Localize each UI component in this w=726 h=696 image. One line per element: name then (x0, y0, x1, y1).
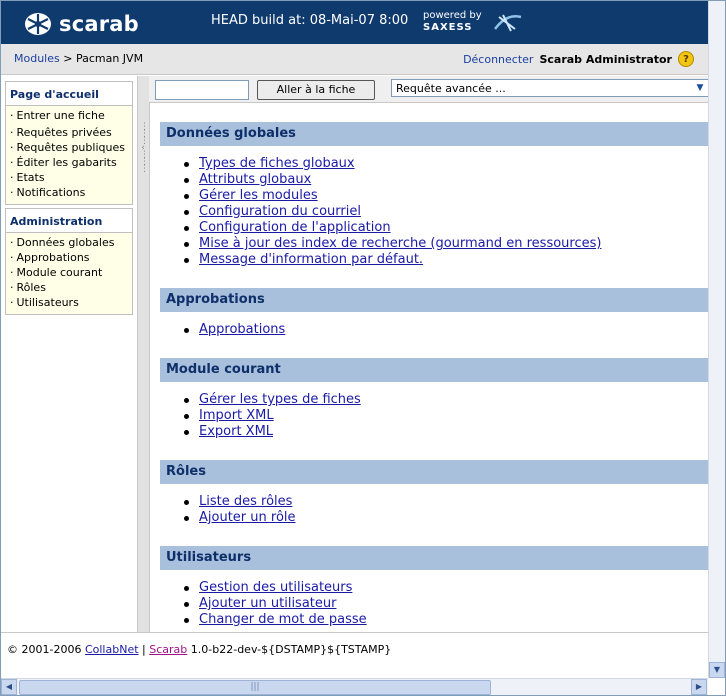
sidebar-item-notifications[interactable]: Notifications (6, 185, 132, 200)
quick-search-toolbar: Aller à la fiche Requête avancée ... ▼ (149, 76, 709, 103)
sidebar-item-approvals[interactable]: Approbations (6, 250, 132, 265)
scarab-link[interactable]: Scarab (149, 643, 187, 656)
sidebar-item-reports[interactable]: Etats (6, 170, 132, 185)
sidebar-item-global-data[interactable]: Données globales (6, 235, 132, 250)
section-current-module: Module courant Gérer les types de fiches… (160, 358, 708, 440)
link-app-config[interactable]: Configuration de l'application (199, 220, 391, 235)
splitter-grip-icon[interactable]: ⋮ ⋮ ⋮ ‹ ⋮ ⋮ ⋮ (140, 123, 149, 196)
sidebar: Page d'accueil Entrer une fiche Requêtes… (1, 76, 137, 632)
query-select[interactable]: Requête avancée ... ▼ (391, 79, 709, 97)
section-title: Données globales (160, 122, 708, 146)
query-select-value: Requête avancée ... (396, 82, 506, 95)
chevron-down-icon[interactable]: ▼ (692, 80, 708, 96)
home-nav-box: Page d'accueil Entrer une fiche Requêtes… (5, 81, 133, 205)
horizontal-scrollbar[interactable]: ◀ ||| ▶ (1, 678, 708, 695)
scarab-logo[interactable]: scarab (23, 11, 139, 37)
vertical-scrollbar[interactable]: ▼ (708, 1, 725, 678)
scarab-logo-icon (25, 13, 51, 35)
top-banner: scarab HEAD build at: 08-Mai-07 8:00 pow… (1, 1, 708, 44)
powered-by-brand: SAXESS (423, 22, 473, 33)
link-role-list[interactable]: Liste des rôles (199, 494, 292, 509)
powered-by[interactable]: powered by SAXESS (423, 10, 482, 34)
link-change-password[interactable]: Changer de mot de passe (199, 612, 367, 627)
list-item: Import XML (184, 408, 708, 424)
sidebar-item-roles[interactable]: Rôles (6, 280, 132, 295)
list-item: Ajouter un rôle (184, 510, 708, 526)
link-email-config[interactable]: Configuration du courriel (199, 204, 361, 219)
list-item: Types de fiches globaux (184, 156, 708, 172)
scroll-down-icon[interactable]: ▼ (709, 662, 725, 678)
powered-by-label: powered by (423, 10, 482, 21)
version: 1.0-b22-dev-${DSTAMP}${TSTAMP} (190, 643, 392, 656)
link-add-role[interactable]: Ajouter un rôle (199, 510, 296, 525)
list-item: Configuration de l'application (184, 220, 708, 236)
footer: © 2001-2006 CollabNet | Scarab 1.0-b22-d… (1, 632, 708, 678)
link-manage-issue-types[interactable]: Gérer les types de fiches (199, 392, 361, 407)
collabnet-link[interactable]: CollabNet (85, 643, 139, 656)
home-nav-title[interactable]: Page d'accueil (6, 82, 132, 106)
link-manage-users[interactable]: Gestion des utilisateurs (199, 580, 352, 595)
section-title: Approbations (160, 288, 708, 312)
scroll-right-icon[interactable]: ▶ (691, 679, 707, 695)
copyright: © 2001-2006 (7, 643, 82, 656)
breadcrumb-bar: Modules > Pacman JVM Déconnecter Scarab … (1, 44, 708, 75)
list-item: Configuration du courriel (184, 204, 708, 220)
logo-text: scarab (59, 12, 139, 36)
list-item: Export XML (184, 424, 708, 440)
footer-text: © 2001-2006 CollabNet | Scarab 1.0-b22-d… (7, 643, 391, 656)
username: Scarab Administrator (539, 52, 672, 66)
goto-issue-button[interactable]: Aller à la fiche (257, 80, 375, 100)
section-roles: Rôles Liste des rôles Ajouter un rôle (160, 460, 708, 526)
sidebar-item-edit-templates[interactable]: Éditer les gabarits (6, 155, 132, 170)
list-item: Approbations (184, 322, 708, 338)
link-import-xml[interactable]: Import XML (199, 408, 274, 423)
sidebar-item-public-queries[interactable]: Requêtes publiques (6, 140, 132, 155)
sidebar-item-current-module[interactable]: Module courant (6, 265, 132, 280)
link-add-user[interactable]: Ajouter un utilisateur (199, 596, 336, 611)
sidebar-item-private-queries[interactable]: Requêtes privées (6, 125, 132, 140)
link-global-issue-types[interactable]: Types de fiches globaux (199, 156, 355, 171)
issue-id-input[interactable] (155, 80, 249, 100)
breadcrumb: Modules > Pacman JVM (14, 52, 143, 65)
sidebar-item-users[interactable]: Utilisateurs (6, 295, 132, 310)
list-item: Message d'information par défaut. (184, 252, 708, 268)
sidebar-splitter[interactable]: ⋮ ⋮ ⋮ ‹ ⋮ ⋮ ⋮ (137, 76, 150, 632)
list-item: Gestion des utilisateurs (184, 580, 708, 596)
link-default-message[interactable]: Message d'information par défaut. (199, 252, 423, 267)
breadcrumb-current: Pacman JVM (75, 52, 144, 65)
link-export-xml[interactable]: Export XML (199, 424, 273, 439)
logout-link[interactable]: Déconnecter (463, 53, 533, 66)
list-item: Gérer les modules (184, 188, 708, 204)
link-approvals[interactable]: Approbations (199, 322, 285, 337)
section-global-data: Données globales Types de fiches globaux… (160, 122, 708, 268)
horizontal-scroll-thumb[interactable]: ||| (19, 680, 491, 695)
scroll-left-icon[interactable]: ◀ (1, 679, 17, 695)
section-users: Utilisateurs Gestion des utilisateurs Aj… (160, 546, 708, 628)
list-item: Mise à jour des index de recherche (gour… (184, 236, 708, 252)
list-item: Gérer les types de fiches (184, 392, 708, 408)
saxess-logo-icon (494, 14, 522, 32)
breadcrumb-modules-link[interactable]: Modules (14, 52, 60, 65)
list-item: Liste des rôles (184, 494, 708, 510)
section-title: Module courant (160, 358, 708, 382)
section-approvals: Approbations Approbations (160, 288, 708, 338)
section-title: Rôles (160, 460, 708, 484)
admin-nav-box: Administration Données globales Approbat… (5, 208, 133, 315)
list-item: Attributs globaux (184, 172, 708, 188)
list-item: Ajouter un utilisateur (184, 596, 708, 612)
link-global-attributes[interactable]: Attributs globaux (199, 172, 311, 187)
link-manage-modules[interactable]: Gérer les modules (199, 188, 318, 203)
help-icon[interactable]: ? (678, 51, 694, 67)
user-area: Déconnecter Scarab Administrator ? (463, 51, 694, 67)
list-item: Changer de mot de passe (184, 612, 708, 628)
build-info: HEAD build at: 08-Mai-07 8:00 (211, 13, 409, 28)
section-title: Utilisateurs (160, 546, 708, 570)
breadcrumb-separator: > (63, 52, 73, 65)
link-update-search-index[interactable]: Mise à jour des index de recherche (gour… (199, 236, 601, 251)
footer-separator: | (142, 643, 146, 656)
sidebar-item-enter-issue[interactable]: Entrer une fiche (6, 108, 132, 123)
admin-nav-title[interactable]: Administration (6, 209, 132, 233)
